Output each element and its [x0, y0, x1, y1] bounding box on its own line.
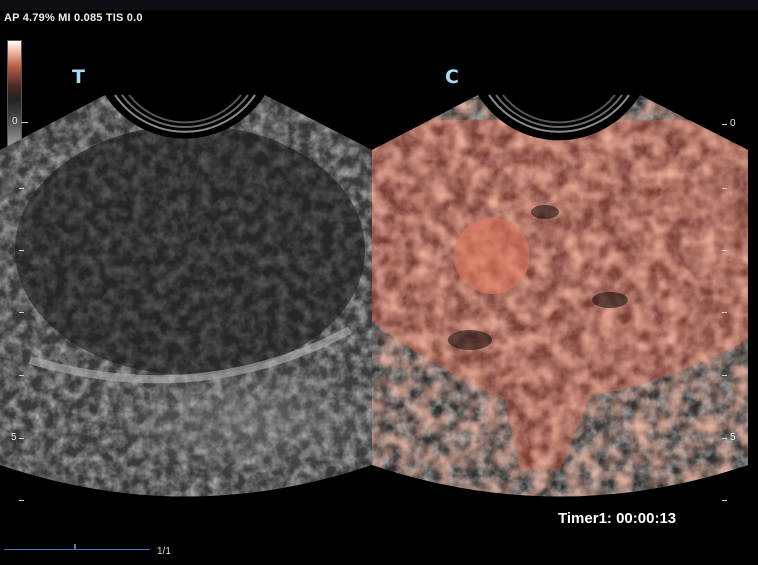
- timer-readout: Timer1: 00:00:13: [558, 510, 677, 527]
- cine-frame-counter: 1/1: [157, 546, 171, 557]
- enhancing-nodule: [454, 218, 530, 294]
- depth-label-5: 5: [11, 432, 17, 443]
- contrast-image-panel: [372, 94, 748, 497]
- tissue-panel-label: T: [72, 66, 85, 88]
- depth-label-5-right: 5: [730, 432, 736, 443]
- depth-label-0: 0: [730, 118, 736, 129]
- ultrasound-images: [0, 94, 748, 497]
- cine-scrollbar[interactable]: [4, 549, 150, 550]
- contrast-panel-label: C: [445, 66, 459, 88]
- cine-position-marker[interactable]: [74, 544, 76, 550]
- tissue-image-panel: [0, 94, 372, 497]
- contrast-bubbles: [372, 100, 748, 497]
- dark-region: [15, 125, 365, 375]
